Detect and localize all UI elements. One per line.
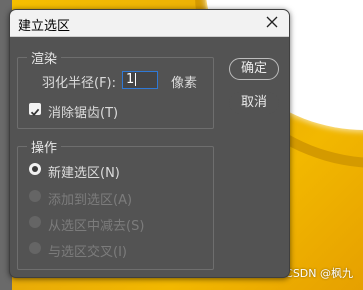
operation-group-label: 操作: [27, 137, 62, 156]
radio-intersect-selection[interactable]: [29, 242, 41, 254]
option-intersect-selection[interactable]: 与选区交叉(I): [48, 241, 127, 260]
antialias-label: 消除锯齿(T): [48, 106, 119, 121]
radio-add-to-selection[interactable]: [29, 190, 41, 202]
render-group-label: 渲染: [27, 48, 62, 67]
radio-new-selection[interactable]: [29, 163, 41, 175]
option-add-to-selection[interactable]: 添加到选区(A): [48, 189, 132, 208]
checkmark-icon: [30, 108, 40, 117]
dialog-title: 建立选区: [18, 19, 71, 34]
antialias-checkbox[interactable]: [29, 103, 41, 117]
feather-unit-label: 像素: [171, 76, 198, 91]
feather-radius-input[interactable]: 1: [122, 71, 158, 89]
make-selection-dialog: 建立选区 渲染 羽化半径(F): 1 像素 消除锯齿(T) 操作 新建选区(N)…: [9, 9, 290, 278]
ok-button[interactable]: 确定: [229, 58, 279, 80]
cancel-button[interactable]: 取消: [229, 92, 279, 114]
feather-radius-label: 羽化半径(F):: [42, 76, 117, 91]
radio-subtract-from-selection[interactable]: [29, 216, 41, 228]
watermark: CSDN @枫九: [285, 267, 353, 280]
option-subtract-from-selection[interactable]: 从选区中减去(S): [48, 215, 144, 234]
option-new-selection[interactable]: 新建选区(N): [48, 162, 120, 181]
feather-radius-value: 1: [126, 72, 135, 87]
dialog-titlebar: 建立选区: [10, 10, 289, 37]
close-icon[interactable]: [262, 12, 282, 32]
